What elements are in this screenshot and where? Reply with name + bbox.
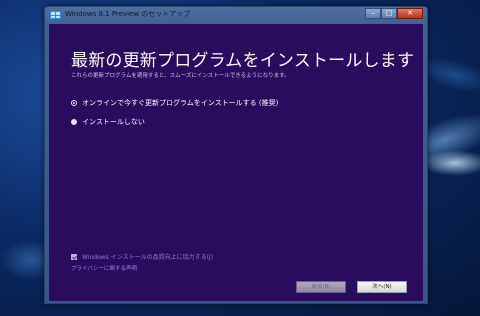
feedback-checkbox-row[interactable]: Windows インストールの品質向上に協力する(J) bbox=[71, 252, 213, 261]
privacy-statement-link[interactable]: プライバシーに関する声明 bbox=[71, 264, 137, 272]
page-title: 最新の更新プログラムをインストールします bbox=[71, 51, 415, 71]
window-title: Windows 8.1 Preview のセットアップ bbox=[65, 10, 191, 18]
feedback-checkbox-label: Windows インストールの品質向上に協力する(J) bbox=[82, 254, 214, 261]
radio-unselected-icon[interactable] bbox=[71, 119, 77, 125]
next-button[interactable]: 次へ(N) bbox=[357, 281, 407, 293]
page-description: これらの更新プログラムを適用すると、スムーズにインストールできるようになります。 bbox=[71, 73, 290, 79]
feedback-checkbox[interactable] bbox=[71, 253, 77, 260]
option-do-not-install[interactable]: インストールしない bbox=[71, 117, 145, 127]
setup-app-icon bbox=[50, 11, 61, 19]
caption-buttons: – □ ✕ bbox=[365, 8, 423, 19]
minimize-button[interactable]: – bbox=[365, 8, 381, 19]
maximize-button[interactable]: □ bbox=[381, 8, 397, 19]
setup-content-area: 最新の更新プログラムをインストールします これらの更新プログラムを適用すると、ス… bbox=[49, 24, 423, 301]
option-label: オンラインで今すぐ更新プログラムをインストールする (推奨) bbox=[82, 99, 279, 107]
option-install-updates-now[interactable]: オンラインで今すぐ更新プログラムをインストールする (推奨) bbox=[71, 98, 278, 108]
close-button[interactable]: ✕ bbox=[397, 8, 423, 19]
option-label: インストールしない bbox=[82, 118, 145, 126]
title-bar[interactable]: Windows 8.1 Preview のセットアップ – □ ✕ bbox=[45, 7, 427, 23]
back-button[interactable]: 戻る(B) bbox=[296, 281, 346, 293]
setup-window: Windows 8.1 Preview のセットアップ – □ ✕ 最新の更新プ… bbox=[44, 6, 428, 304]
radio-selected-icon[interactable] bbox=[71, 100, 77, 106]
